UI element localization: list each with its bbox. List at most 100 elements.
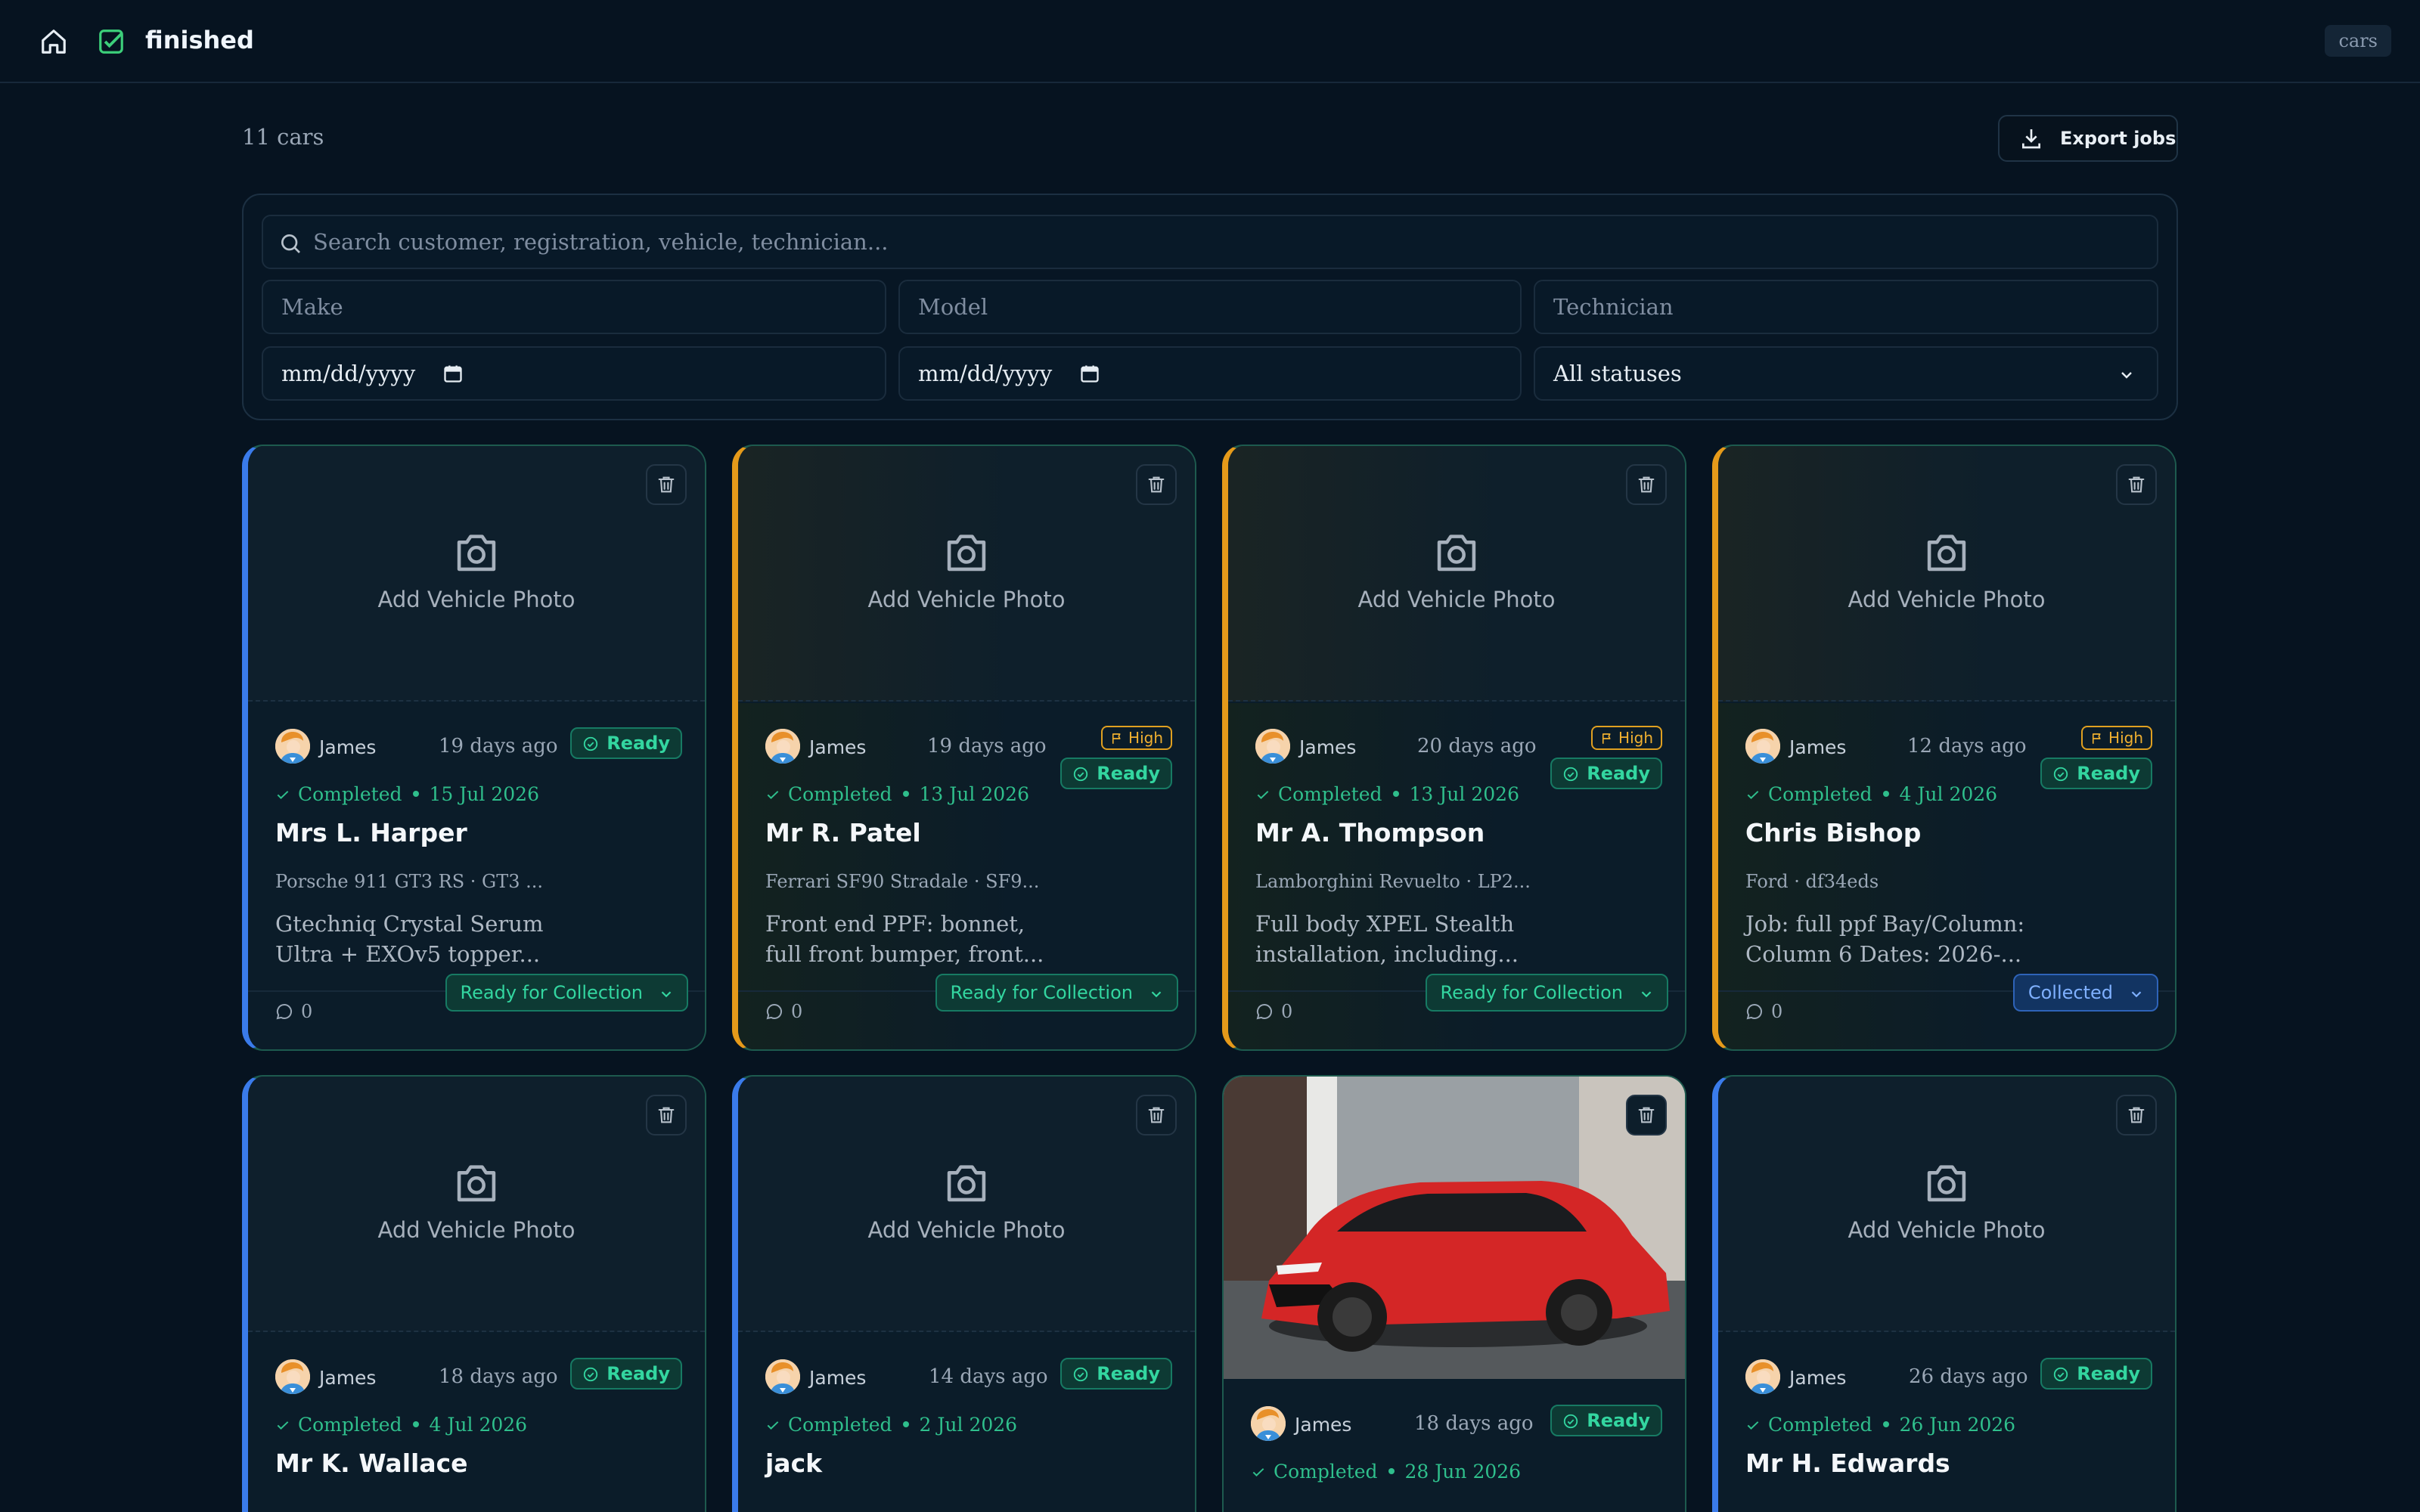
completed-date: 13 Jul 2026 [1409,783,1519,805]
completed-status: Completed 2 Jul 2026 [765,1414,1017,1436]
delete-button[interactable] [1626,464,1667,505]
time-ago: 12 days ago [1907,735,2027,758]
completed-date: 2 Jul 2026 [919,1414,1018,1436]
chevron-down-icon [1638,986,1655,1002]
job-description: Gtechniq Crystal Serum Ultra + EXOv5 top… [275,909,578,969]
add-vehicle-photo[interactable]: Add Vehicle Photo [1718,446,2175,702]
job-description-line: Column 6 Dates: 2026-... [1745,941,2022,967]
status-select[interactable]: All statuses [1534,346,2158,401]
completed-status: Completed 26 Jun 2026 [1745,1414,2015,1436]
comment-icon [765,1002,783,1021]
ready-badge: Ready [1060,758,1172,789]
add-vehicle-photo[interactable]: Add Vehicle Photo [248,1077,705,1332]
job-card[interactable]: James 18 days ago Ready Completed 28 Jun … [1222,1075,1686,1512]
customer-name: Mr K. Wallace [275,1448,468,1478]
delete-button[interactable] [1626,1095,1667,1136]
chevron-down-icon [658,986,675,1002]
time-ago: 19 days ago [439,735,558,758]
add-vehicle-photo[interactable]: Add Vehicle Photo [738,446,1195,702]
delete-button[interactable] [1136,1095,1177,1136]
model-placeholder: Model [918,294,988,320]
completed-date: 4 Jul 2026 [1899,783,1998,805]
completed-label: Completed [298,1414,402,1436]
avatar [1255,729,1290,764]
customer-name: Chris Bishop [1745,818,1922,847]
add-vehicle-photo[interactable]: Add Vehicle Photo [248,446,705,702]
job-card[interactable]: Add Vehicle Photo James 26 days ago Read… [1712,1075,2176,1512]
check-icon [765,787,780,802]
completed-date: 13 Jul 2026 [919,783,1029,805]
job-card[interactable]: Add Vehicle Photo James 20 days ago High… [1222,445,1686,1051]
date-from-input[interactable]: mm/dd/yyyy [262,346,886,401]
add-photo-label: Add Vehicle Photo [867,587,1066,612]
check-circle-icon [1562,766,1579,782]
ready-label: Ready [2077,1363,2140,1384]
comment-count[interactable]: 0 [765,1001,802,1022]
priority-label: High [1128,729,1163,747]
add-photo-label: Add Vehicle Photo [377,1217,576,1243]
calendar-icon[interactable] [442,363,464,384]
job-card[interactable]: Add Vehicle Photo James 12 days ago High… [1712,445,2176,1051]
technician-name: James [809,736,867,758]
home-icon[interactable] [39,27,68,56]
job-status-select[interactable]: Ready for Collection [445,974,688,1012]
delete-button[interactable] [646,464,687,505]
status-select-value: All statuses [1553,361,1682,386]
technician-input[interactable]: Technician [1534,280,2158,334]
avatar [1745,1359,1780,1394]
job-card[interactable]: Add Vehicle Photo James 19 days ago Read… [242,445,706,1051]
page-title: finished [145,26,254,54]
time-ago: 18 days ago [439,1365,558,1388]
time-ago: 18 days ago [1414,1412,1534,1435]
trash-icon [1146,474,1167,495]
vehicle-photo[interactable] [1224,1077,1685,1379]
comment-icon [1255,1002,1274,1021]
export-jobs-button[interactable]: Export jobs [1998,115,2178,162]
delete-button[interactable] [1136,464,1177,505]
comment-count[interactable]: 0 [1255,1001,1292,1022]
technician-name: James [809,1367,867,1389]
job-description-line: installation, including... [1255,941,1519,967]
trash-icon [1636,474,1657,495]
job-card[interactable]: Add Vehicle Photo James 18 days ago Read… [242,1075,706,1512]
priority-badge: High [2081,726,2152,750]
completed-label: Completed [298,783,402,805]
ready-label: Ready [607,1363,670,1384]
check-circle-icon [2052,766,2069,782]
add-vehicle-photo[interactable]: Add Vehicle Photo [1228,446,1685,702]
camera-icon [1922,531,1971,573]
delete-button[interactable] [2116,1095,2157,1136]
job-description-line: Ultra + EXOv5 topper... [275,941,541,967]
job-status-select[interactable]: Ready for Collection [1425,974,1668,1012]
job-status-value: Ready for Collection [950,982,1133,1003]
make-input[interactable]: Make [262,280,886,334]
date-to-input[interactable]: mm/dd/yyyy [898,346,1522,401]
delete-button[interactable] [2116,464,2157,505]
check-circle-icon [1562,1413,1579,1430]
job-card[interactable]: Add Vehicle Photo James 19 days ago High… [732,445,1196,1051]
job-status-select[interactable]: Collected [2012,974,2158,1012]
completed-label: Completed [788,783,892,805]
vehicle-info: Porsche 911 GT3 RS · GT3 ... [275,871,544,892]
comment-count[interactable]: 0 [275,1001,312,1022]
model-input[interactable]: Model [898,280,1522,334]
camera-icon [942,1161,991,1204]
job-description-line: Front end PPF: bonnet, [765,911,1025,937]
calendar-icon[interactable] [1079,363,1100,384]
add-photo-label: Add Vehicle Photo [867,1217,1066,1243]
technician-name: James [319,1367,377,1389]
job-card[interactable]: Add Vehicle Photo James 14 days ago Read… [732,1075,1196,1512]
delete-button[interactable] [646,1095,687,1136]
check-icon [275,1418,290,1433]
search-input[interactable]: Search customer, registration, vehicle, … [262,215,2158,269]
completed-date: 15 Jul 2026 [429,783,539,805]
job-status-select[interactable]: Ready for Collection [935,974,1178,1012]
avatar [1745,729,1780,764]
add-vehicle-photo[interactable]: Add Vehicle Photo [1718,1077,2175,1332]
trash-icon [2126,474,2147,495]
vehicle-info: Lamborghini Revuelto · LP2... [1255,871,1531,892]
vehicle-info: Ferrari SF90 Stradale · SF9... [765,871,1040,892]
comment-count[interactable]: 0 [1745,1001,1782,1022]
make-placeholder: Make [281,294,343,320]
add-vehicle-photo[interactable]: Add Vehicle Photo [738,1077,1195,1332]
